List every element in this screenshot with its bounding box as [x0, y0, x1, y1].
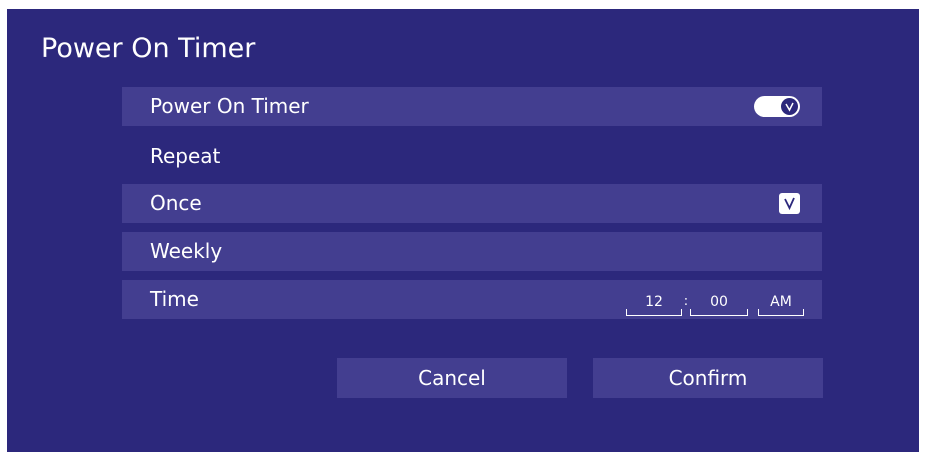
- minute-field[interactable]: 00: [690, 293, 748, 316]
- repeat-label: Repeat: [150, 144, 221, 168]
- check-icon: [784, 197, 795, 211]
- time-row[interactable]: Time 12 : 00 AM: [122, 280, 822, 319]
- confirm-button[interactable]: Confirm: [593, 358, 823, 398]
- time-separator: :: [683, 294, 689, 309]
- power-on-timer-label: Power On Timer: [150, 94, 309, 118]
- power-on-timer-dialog: Power On Timer Power On Timer Repeat Onc…: [7, 9, 919, 452]
- once-label: Once: [150, 191, 202, 215]
- dialog-title: Power On Timer: [41, 33, 256, 64]
- once-checkbox[interactable]: [779, 193, 800, 214]
- power-on-timer-toggle[interactable]: [754, 96, 800, 117]
- time-label: Time: [150, 287, 199, 311]
- repeat-row: Repeat: [122, 137, 822, 176]
- time-fields: 12 : 00 AM: [626, 288, 804, 316]
- power-on-timer-row[interactable]: Power On Timer: [122, 87, 822, 126]
- once-row[interactable]: Once: [122, 184, 822, 223]
- check-icon: [781, 98, 798, 115]
- meridiem-field[interactable]: AM: [758, 293, 804, 316]
- hour-field[interactable]: 12: [626, 293, 682, 316]
- cancel-button[interactable]: Cancel: [337, 358, 567, 398]
- weekly-row[interactable]: Weekly: [122, 232, 822, 271]
- weekly-label: Weekly: [150, 239, 223, 263]
